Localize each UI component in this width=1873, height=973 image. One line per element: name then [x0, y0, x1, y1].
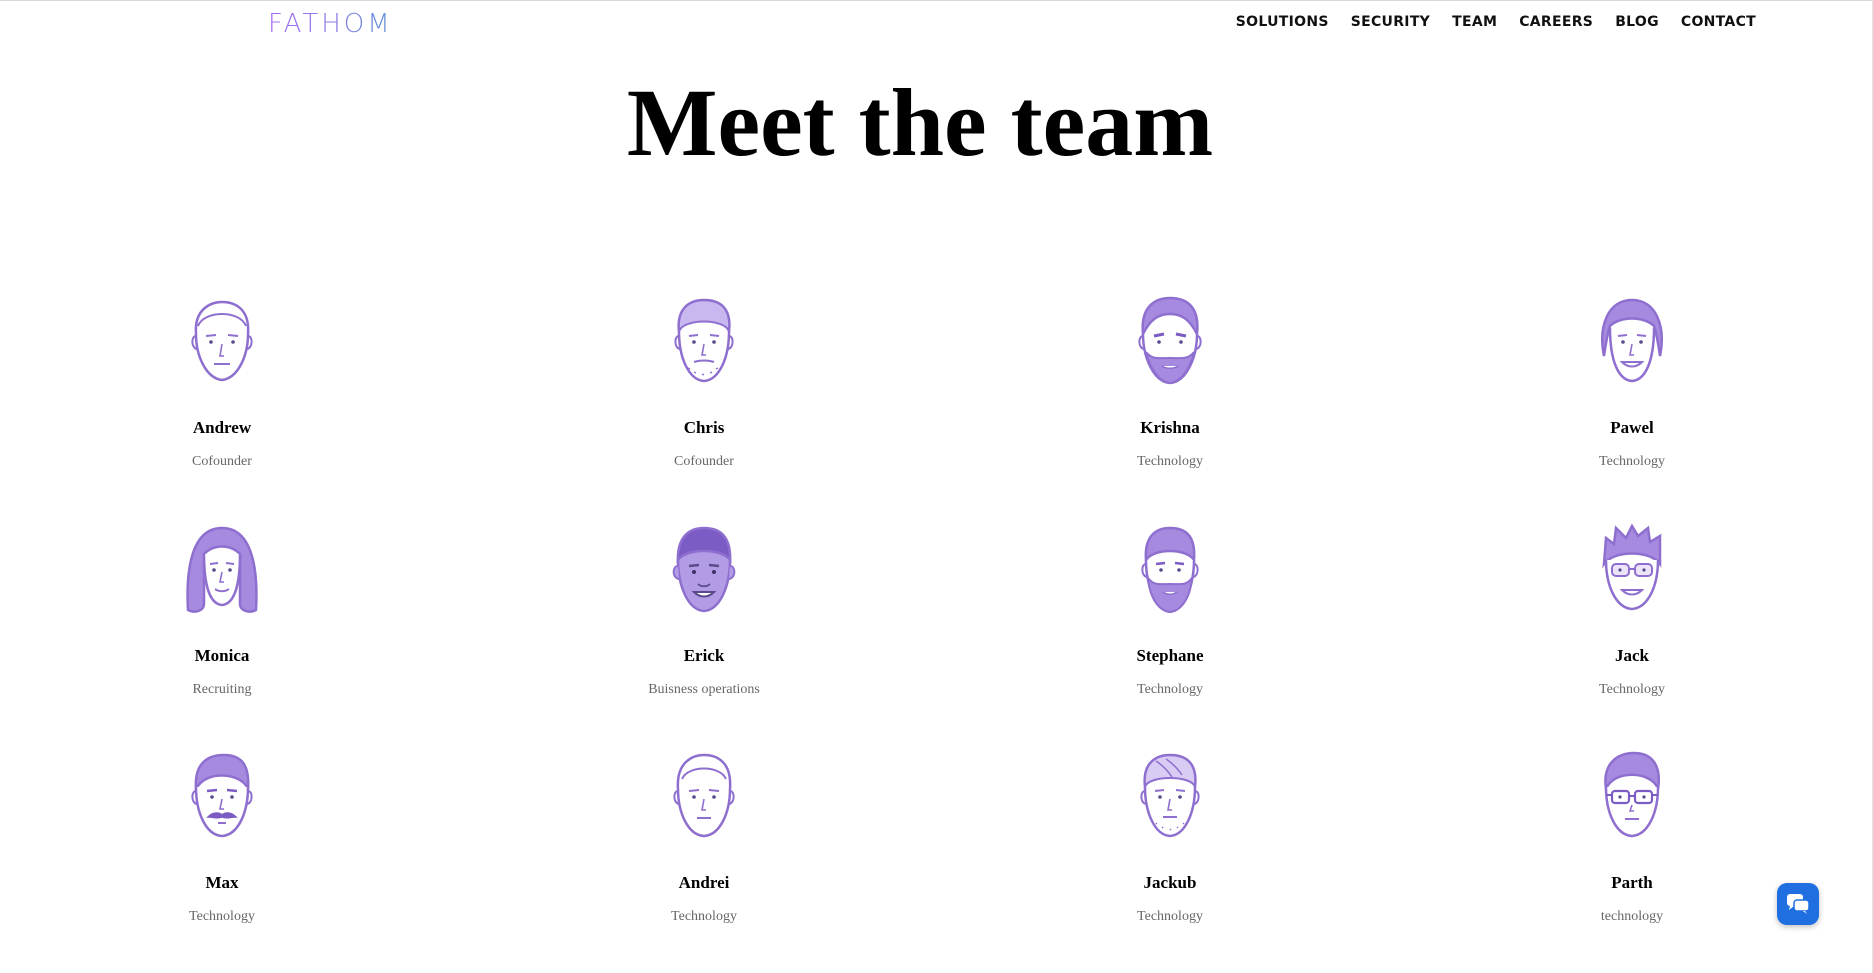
member-name: Jack	[1615, 646, 1649, 665]
avatar-filled-face-male-icon	[672, 526, 736, 613]
chat-bubbles-icon	[1787, 894, 1810, 914]
member-role: Cofounder	[674, 454, 734, 469]
member-role: Technology	[1137, 454, 1203, 469]
member-name: Andrew	[192, 418, 252, 437]
avatar-mustache-male-icon	[191, 753, 253, 838]
member-name: Max	[205, 873, 239, 892]
top-border	[0, 0, 1873, 1]
team-member-card: Parth technology	[1512, 751, 1752, 926]
team-member-card: Chris Cofounder	[584, 296, 824, 471]
avatar-long-hair-female-icon	[186, 526, 258, 613]
team-member-card: Andrew Cofounder	[102, 296, 342, 471]
team-member-card: Jackub Technology	[1050, 751, 1290, 926]
member-role: Technology	[1599, 454, 1665, 469]
member-role: Buisness operations	[648, 682, 760, 697]
member-role: Technology	[1137, 909, 1203, 924]
team-member-card: Max Technology	[102, 751, 342, 926]
nav-security[interactable]: SECURITY	[1351, 12, 1430, 32]
avatar-plain-male-icon	[673, 753, 735, 838]
member-role: technology	[1600, 909, 1664, 924]
page-title: Meet the team	[626, 69, 1214, 176]
member-name: Jackub	[1143, 873, 1197, 892]
team-member-card: Erick Buisness operations	[584, 524, 824, 699]
team-member-card: Monica Recruiting	[102, 524, 342, 699]
team-member-card: Andrei Technology	[584, 751, 824, 926]
avatar-bearded-male-icon	[1138, 296, 1202, 385]
avatar-full-beard-male-icon	[1141, 526, 1199, 614]
nav-blog[interactable]: BLOG	[1615, 12, 1659, 32]
member-name: Andrei	[678, 873, 730, 892]
member-name: Monica	[194, 646, 250, 665]
member-name: Erick	[683, 646, 725, 665]
member-role: Recruiting	[192, 682, 252, 697]
main-nav: SOLUTIONS SECURITY TEAM CAREERS BLOG CON…	[1236, 12, 1756, 32]
avatar-plain-male-icon	[191, 300, 253, 382]
member-role: Technology	[189, 909, 255, 924]
team-member-card: Krishna Technology	[1050, 296, 1290, 471]
member-name: Pawel	[1610, 418, 1654, 437]
fathom-logo[interactable]: FATHOM	[268, 8, 393, 40]
nav-team[interactable]: TEAM	[1452, 12, 1497, 32]
team-member-card: Stephane Technology	[1050, 524, 1290, 699]
avatar-stubble-male-icon	[674, 298, 734, 383]
member-name: Chris	[683, 418, 725, 437]
member-name: Krishna	[1140, 418, 1200, 437]
chat-widget-button[interactable]	[1777, 883, 1819, 925]
team-member-card: Pawel Technology	[1512, 296, 1752, 471]
avatar-long-hair-male-icon	[1601, 298, 1663, 383]
member-role: Technology	[671, 909, 737, 924]
member-role: Technology	[1137, 682, 1203, 697]
team-member-card: Jack Technology	[1512, 524, 1752, 699]
nav-solutions[interactable]: SOLUTIONS	[1236, 12, 1329, 32]
nav-careers[interactable]: CAREERS	[1519, 12, 1593, 32]
member-role: Technology	[1599, 682, 1665, 697]
nav-contact[interactable]: CONTACT	[1681, 12, 1756, 32]
member-name: Parth	[1611, 873, 1653, 892]
avatar-glasses-spiky-hair-icon	[1602, 524, 1662, 611]
member-name: Stephane	[1136, 646, 1204, 665]
member-role: Cofounder	[192, 454, 252, 469]
avatar-glasses-male-icon	[1604, 751, 1661, 838]
avatar-stubble-male-icon	[1140, 753, 1200, 838]
